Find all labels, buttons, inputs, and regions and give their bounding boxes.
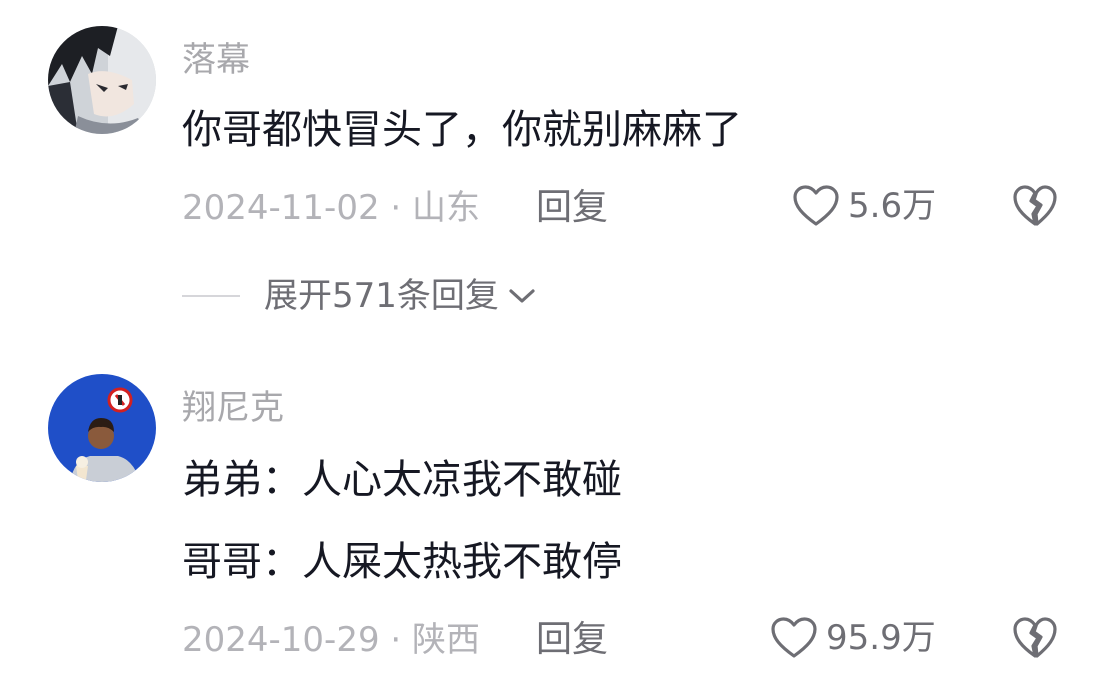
anime-avatar-icon	[48, 26, 156, 134]
dislike-button[interactable]	[1012, 616, 1058, 660]
reply-button[interactable]: 回复	[536, 620, 608, 660]
comment-text: 弟弟：人心太凉我不敢碰	[182, 457, 622, 503]
comment-text: 哥哥：人屎太热我不敢停	[182, 539, 622, 585]
comment-item: 落幕 你哥都快冒头了，你就别麻麻了 2024-11-02 · 山东 回复 5.6…	[0, 0, 1116, 340]
chevron-down-icon	[509, 289, 535, 303]
comment-username[interactable]: 翔尼克	[182, 388, 284, 428]
meta-separator: ·	[390, 620, 402, 660]
comment-meta: 2024-10-29 · 陕西	[182, 620, 480, 660]
meta-separator: ·	[390, 188, 402, 228]
comment-date: 2024-10-29	[182, 620, 380, 660]
like-count: 95.9万	[826, 618, 936, 658]
avatar[interactable]	[48, 374, 156, 482]
comment-text: 你哥都快冒头了，你就别麻麻了	[182, 107, 742, 153]
broken-heart-icon	[1013, 185, 1057, 226]
comment-location: 山东	[412, 188, 481, 228]
comment-list: 落幕 你哥都快冒头了，你就别麻麻了 2024-11-02 · 山东 回复 5.6…	[0, 0, 1116, 698]
expand-replies-button[interactable]: 展开571条回复	[182, 276, 537, 316]
like-button[interactable]: 5.6万	[792, 184, 936, 228]
like-button[interactable]: 95.9万	[770, 616, 936, 660]
avatar[interactable]	[48, 26, 156, 134]
expand-replies-label: 展开571条回复	[264, 276, 499, 316]
comment-location: 陕西	[412, 620, 481, 660]
comment-item: 翔尼克 弟弟：人心太凉我不敢碰 哥哥：人屎太热我不敢停 2024-10-29 ·…	[0, 340, 1116, 698]
like-count: 5.6万	[848, 186, 937, 226]
broken-heart-icon	[1013, 617, 1057, 658]
photo-avatar-icon	[48, 374, 156, 482]
heart-icon	[793, 185, 839, 226]
comment-username[interactable]: 落幕	[182, 40, 250, 80]
reply-button[interactable]: 回复	[536, 188, 608, 228]
heart-icon	[771, 617, 817, 658]
expand-divider	[182, 295, 240, 297]
dislike-button[interactable]	[1012, 184, 1058, 228]
comment-date: 2024-11-02	[182, 188, 380, 228]
comment-meta: 2024-11-02 · 山东	[182, 188, 480, 228]
